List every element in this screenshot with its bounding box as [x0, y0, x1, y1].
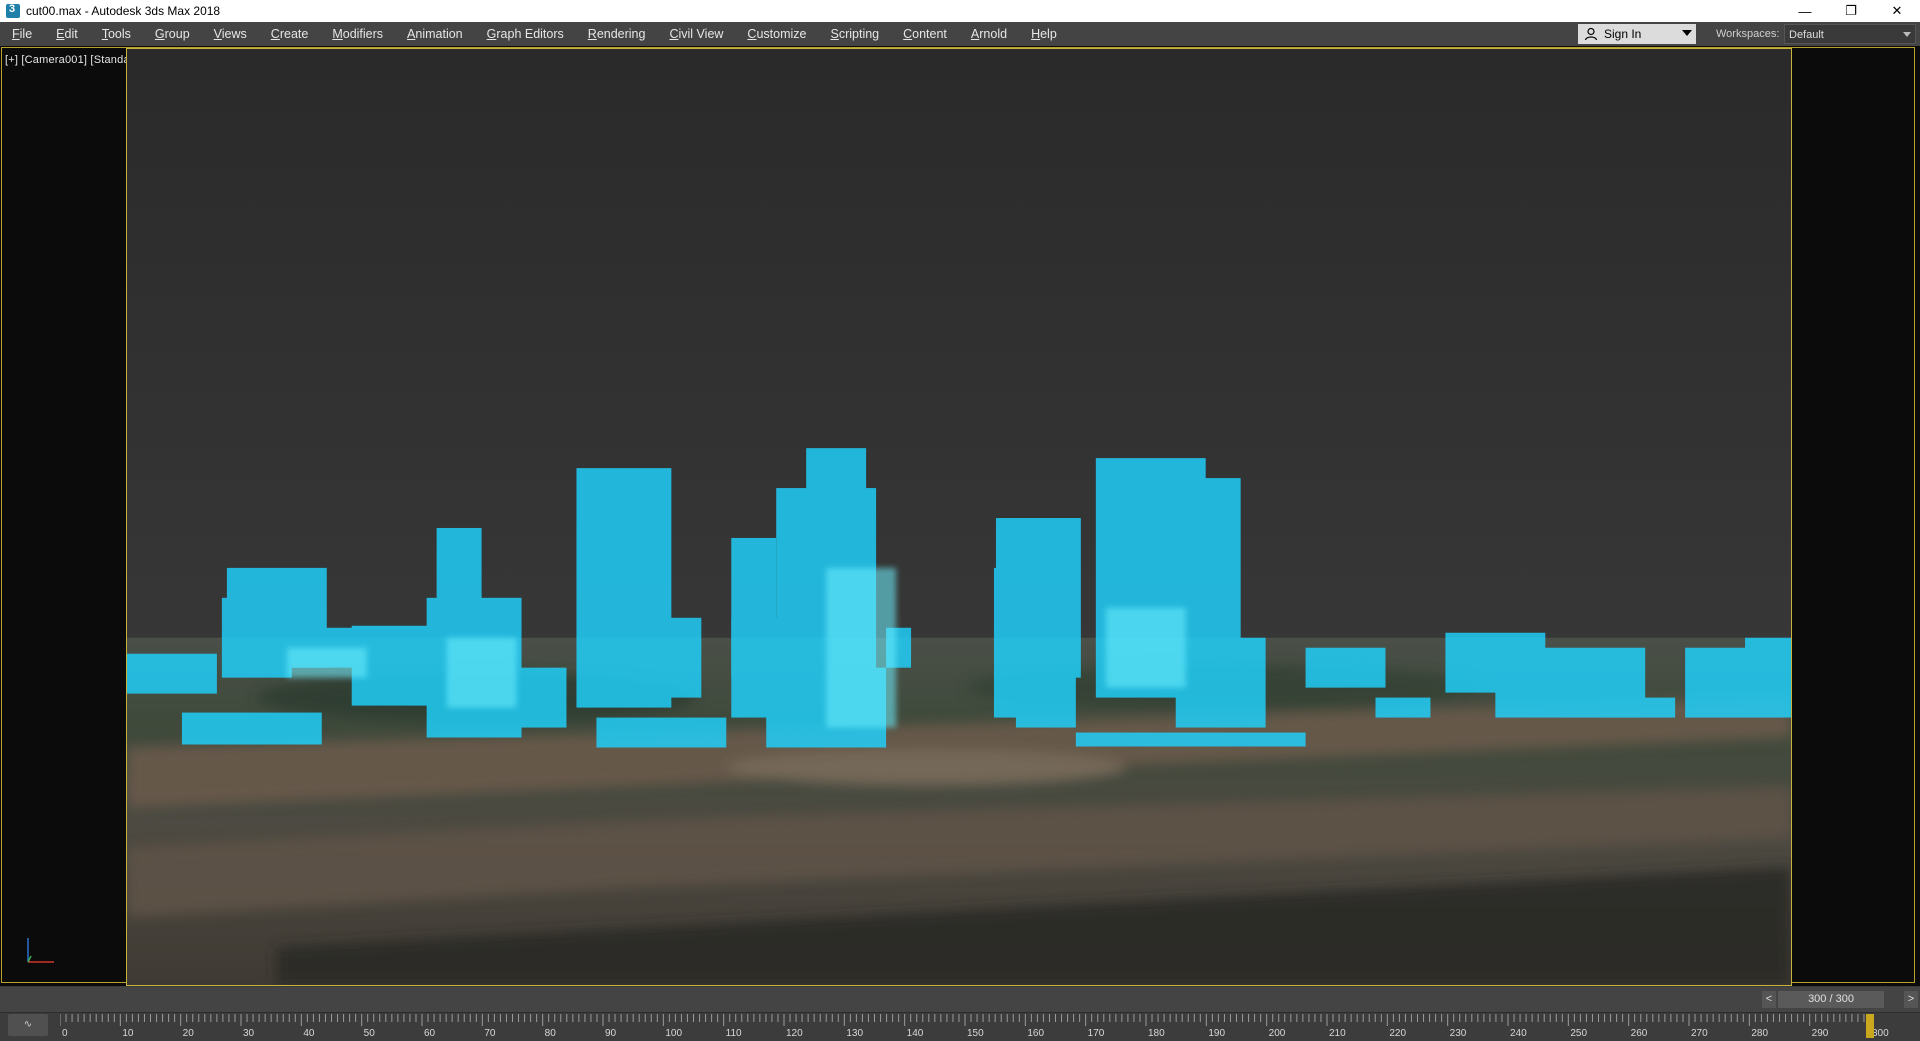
ruler-tick-label: 290 — [1811, 1028, 1829, 1039]
ruler-tick-label: 60 — [424, 1028, 436, 1039]
menu-views[interactable]: Views — [202, 22, 259, 46]
menu-group[interactable]: Group — [143, 22, 202, 46]
title-bar: cut00.max - Autodesk 3ds Max 2018 — ❐ ✕ — [0, 0, 1920, 22]
ruler-tick-label: 240 — [1510, 1028, 1527, 1039]
workspaces-select[interactable]: Default — [1784, 24, 1916, 44]
sign-in-label: Sign In — [1604, 27, 1642, 41]
menu-create[interactable]: Create — [259, 22, 321, 46]
next-frame-button[interactable]: > — [1904, 991, 1918, 1008]
menu-arnold[interactable]: Arnold — [959, 22, 1019, 46]
ruler-tick-label: 110 — [725, 1028, 742, 1039]
ruler-tick-label: 210 — [1329, 1028, 1346, 1039]
time-slider-bar — [0, 986, 1920, 1013]
workspaces-label: Workspaces: — [1716, 28, 1780, 40]
window-title: cut00.max - Autodesk 3ds Max 2018 — [26, 4, 221, 18]
chevron-down-icon — [1903, 32, 1911, 37]
ruler-tick-label: 130 — [846, 1028, 864, 1039]
menu-tools[interactable]: Tools — [90, 22, 143, 46]
user-icon — [1584, 27, 1598, 41]
ruler-tick-label: 140 — [906, 1028, 924, 1039]
previous-frame-button[interactable]: < — [1762, 991, 1776, 1008]
minimize-button[interactable]: — — [1782, 0, 1828, 22]
menu-file[interactable]: File — [0, 22, 44, 46]
ruler-tick-label: 50 — [363, 1028, 375, 1039]
curve-editor-toggle-icon[interactable]: ∿ — [8, 1014, 48, 1036]
frame-slider-handle[interactable] — [1866, 1014, 1874, 1038]
close-button[interactable]: ✕ — [1874, 0, 1920, 22]
ruler-tick-label: 300 — [1872, 1028, 1889, 1039]
sky — [127, 49, 1791, 648]
menu-customize[interactable]: Customize — [735, 22, 818, 46]
chevron-down-icon — [1682, 30, 1692, 36]
ruler-tick-label: 160 — [1027, 1028, 1045, 1039]
3dsmax-app-icon[interactable] — [6, 3, 20, 18]
menu-scripting[interactable]: Scripting — [818, 22, 891, 46]
ruler-tick-label: 70 — [484, 1028, 496, 1039]
menu-graph-editors[interactable]: Graph Editors — [475, 22, 576, 46]
workspaces-value: Default — [1789, 29, 1824, 41]
ruler-tick-label: 150 — [967, 1028, 984, 1039]
menu-help[interactable]: Help — [1019, 22, 1069, 46]
scene-render — [127, 49, 1791, 985]
safe-frame — [126, 48, 1792, 986]
ruler-tick-label: 20 — [182, 1028, 194, 1039]
ruler-tick-label: 30 — [243, 1028, 255, 1039]
ruler-tick-label: 280 — [1751, 1028, 1769, 1039]
ruler-tick-label: 100 — [665, 1028, 683, 1039]
menu-content[interactable]: Content — [891, 22, 959, 46]
restore-button[interactable]: ❐ — [1828, 0, 1874, 22]
menu-animation[interactable]: Animation — [395, 22, 475, 46]
frame-counter[interactable]: 300 / 300 — [1778, 991, 1884, 1008]
menu-modifiers[interactable]: Modifiers — [320, 22, 395, 46]
window-controls: — ❐ ✕ — [1782, 0, 1920, 22]
menu-edit[interactable]: Edit — [44, 22, 90, 46]
ruler-tick-label: 190 — [1208, 1028, 1226, 1039]
ruler-tick-label: 10 — [122, 1028, 134, 1039]
ruler-tick-label: 250 — [1570, 1028, 1588, 1039]
ruler-tick-label: 220 — [1389, 1028, 1407, 1039]
ruler-tick-label: 90 — [605, 1028, 617, 1039]
axis-tripod-icon — [27, 938, 54, 963]
ruler-tick-label: 230 — [1449, 1028, 1467, 1039]
ruler-tick-label: 260 — [1630, 1028, 1648, 1039]
frame-ruler[interactable]: 0 10 20 30 40 50 60 70 80 90 100 110 120 130 140 150 160… — [60, 1012, 1912, 1040]
menu-rendering[interactable]: Rendering — [576, 22, 658, 46]
ruler-tick-label: 170 — [1087, 1028, 1105, 1039]
sign-in-dropdown[interactable]: Sign In — [1578, 24, 1696, 44]
ruler-tick-label: 0 — [62, 1028, 68, 1039]
ruler-tick-label: 270 — [1691, 1028, 1708, 1039]
ruler-tick-label: 180 — [1148, 1028, 1165, 1039]
menu-civil-view[interactable]: Civil View — [657, 22, 735, 46]
ruler-tick-label: 40 — [303, 1028, 315, 1039]
ruler-tick-label: 80 — [544, 1028, 556, 1039]
ruler-tick-label: 120 — [786, 1028, 803, 1039]
ruler-tick-label: 200 — [1268, 1028, 1286, 1039]
